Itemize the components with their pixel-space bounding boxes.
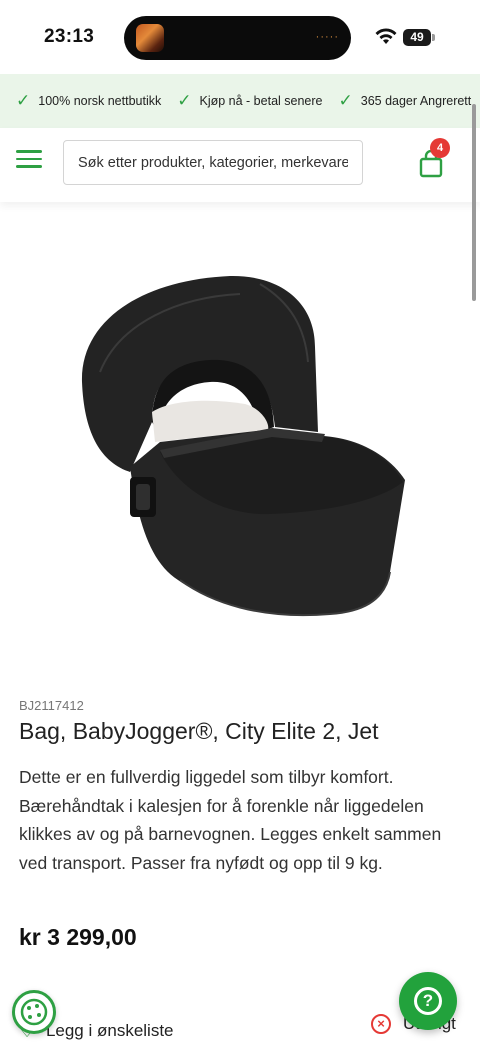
check-icon: ✓ xyxy=(338,91,353,110)
hamburger-menu-icon[interactable] xyxy=(16,150,42,170)
cart-count-badge: 4 xyxy=(430,138,450,158)
usp-label: 100% norsk nettbutikk xyxy=(38,94,162,108)
cookie-icon xyxy=(20,998,48,1026)
usp-label: 365 dager Angrerett xyxy=(360,94,472,108)
usp-bar: ✓ 100% norsk nettbutikk ✓ Kjøp nå - beta… xyxy=(0,74,480,128)
usp-item: ✓ 365 dager Angrerett xyxy=(339,91,472,111)
product-price: kr 3 299,00 xyxy=(19,924,137,950)
check-icon: ✓ xyxy=(16,91,31,110)
help-chat-button[interactable]: ? xyxy=(399,972,457,1030)
search-input[interactable] xyxy=(64,141,362,184)
scrollbar-thumb[interactable] xyxy=(472,104,476,301)
dynamic-island: ····· xyxy=(124,16,351,60)
product-title: Bag, BabyJogger®, City Elite 2, Jet xyxy=(19,718,379,744)
product-sku: BJ2117412 xyxy=(19,698,84,713)
product-image[interactable] xyxy=(60,262,420,632)
cookie-settings-button[interactable] xyxy=(12,990,56,1034)
now-playing-app-icon xyxy=(136,24,164,52)
status-time: 23:13 xyxy=(44,26,95,47)
product-description: Dette er en fullverdig liggedel som tilb… xyxy=(19,767,442,873)
battery-level: 49 xyxy=(410,30,424,44)
wishlist-label: Legg i ønskeliste xyxy=(45,1020,174,1040)
search-box[interactable] xyxy=(63,140,363,185)
check-icon: ✓ xyxy=(177,91,192,110)
close-circle-icon: × xyxy=(371,1014,391,1034)
usp-item: ✓ 100% norsk nettbutikk xyxy=(16,91,161,111)
status-bar: 23:13 ····· 49 xyxy=(0,0,480,74)
wifi-icon xyxy=(375,28,397,44)
site-header: 4 xyxy=(0,128,480,202)
audio-activity-icon: ····· xyxy=(315,31,339,43)
battery-indicator: 49 xyxy=(403,29,431,46)
battery-nub xyxy=(432,34,435,41)
cart-button[interactable]: 4 xyxy=(418,138,452,180)
question-mark-icon: ? xyxy=(414,987,442,1015)
usp-label: Kjøp nå - betal senere xyxy=(199,94,323,108)
usp-item: ✓ Kjøp nå - betal senere xyxy=(177,91,322,111)
